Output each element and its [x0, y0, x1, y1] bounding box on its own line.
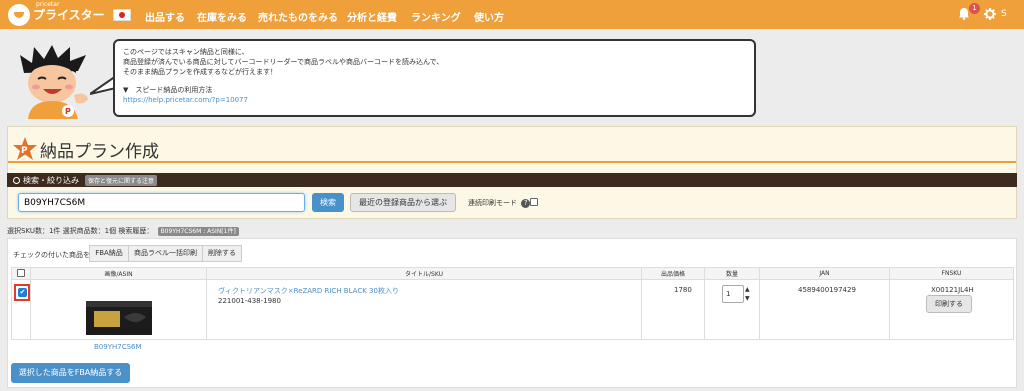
nav-item-sold[interactable]: 売れたものをみる — [258, 9, 338, 24]
column-header: 数量 — [704, 267, 760, 280]
print-label-button[interactable]: 印刷する — [926, 295, 972, 313]
search-button[interactable]: 検索 — [312, 193, 344, 212]
svg-text:P: P — [21, 146, 28, 156]
help-icon[interactable]: ? — [521, 198, 531, 208]
selection-stats-text: 選択SKU数：1件 選択商品数：1個 検索履歴： — [7, 227, 154, 235]
delete-button[interactable]: 削除する — [202, 245, 242, 262]
notification-badge: 1 — [969, 3, 980, 14]
nav-item-analysis[interactable]: 分析と経費 — [347, 9, 397, 24]
nav-item-list[interactable]: 出品する — [145, 9, 185, 24]
products-panel: チェックの付いた商品を FBA納品 商品ラベル一括印刷 削除する 画像/ASIN… — [7, 238, 1017, 388]
row-checkbox-highlight: ✔ — [14, 284, 30, 301]
nav-item-ranking[interactable]: ランキング — [411, 9, 461, 24]
search-row: 検索 最近の登録商品から選ぶ 連続印刷モード ? — [7, 187, 1017, 219]
search-icon — [13, 176, 20, 184]
user-menu[interactable]: S — [1001, 9, 1007, 19]
asin-link[interactable]: B09YH7CS6M — [94, 343, 142, 351]
quantity-stepper[interactable]: ▲ ▼ — [745, 285, 750, 303]
bulk-action-label: チェックの付いた商品を — [13, 251, 90, 259]
product-fnsku: X00121JL4H — [931, 286, 974, 294]
fba-delivery-button[interactable]: FBA納品 — [89, 245, 129, 262]
selection-stats: 選択SKU数：1件 選択商品数：1個 検索履歴： B09YH7CS6M : AS… — [7, 226, 239, 236]
bulk-label-print-button[interactable]: 商品ラベル一括印刷 — [128, 245, 203, 262]
title-divider — [8, 161, 1016, 163]
info-line: 商品登録が済んでいる商品に対してバーコードリーダーで商品ラベルや商品バーコードを… — [123, 58, 444, 66]
table-row — [11, 279, 1014, 340]
logo-text: プライスター — [33, 7, 105, 22]
recent-products-button[interactable]: 最近の登録商品から選ぶ — [350, 193, 456, 212]
product-jan: 4589400197429 — [798, 286, 856, 294]
continuous-print-label: 連続印刷モード ? — [468, 198, 531, 208]
svg-text:P: P — [65, 107, 71, 116]
page-title: 納品プラン作成 — [40, 142, 159, 162]
logo-mascot-icon — [8, 3, 30, 26]
search-input[interactable] — [18, 193, 305, 212]
pricetar-star-icon: P — [13, 137, 37, 160]
speed-delivery-label: ▼ スピード納品の利用方法 — [123, 86, 213, 94]
continuous-print-checkbox[interactable] — [530, 198, 538, 206]
japan-flag-icon[interactable] — [112, 8, 131, 21]
speed-delivery-link[interactable]: https://help.pricetar.com/?p=10077 — [123, 96, 248, 104]
select-all-checkbox[interactable] — [17, 268, 25, 277]
select-all-header — [11, 267, 31, 280]
product-price: 1780 — [674, 286, 692, 294]
table-header-row: 画像/ASIN タイトル/SKU 出品価格 数量 JAN FNSKU — [11, 267, 1014, 280]
column-header: タイトル/SKU — [206, 267, 642, 280]
product-sku: 221001-438-1980 — [218, 297, 281, 305]
column-header: 出品価格 — [641, 267, 705, 280]
info-line: このページではスキャン納品と同様に、 — [123, 48, 249, 56]
row-checkbox[interactable]: ✔ — [18, 288, 27, 297]
submit-fba-button[interactable]: 選択した商品をFBA納品する — [11, 363, 130, 383]
column-header: 画像/ASIN — [30, 267, 207, 280]
gear-icon[interactable] — [984, 8, 996, 20]
search-header: 検索・絞り込み 保存と復元に関する注意 — [7, 173, 1017, 187]
mascot-illustration: P — [20, 45, 88, 119]
nav-item-inventory[interactable]: 在庫をみる — [197, 9, 247, 24]
logo[interactable]: pricetar プライスター — [8, 0, 131, 26]
search-history-badge[interactable]: B09YH7CS6M : ASIN[1件] — [157, 227, 239, 236]
info-line: そのまま納品プランを作成するなどが行えます！ — [123, 68, 277, 76]
column-header: FNSKU — [889, 267, 1014, 280]
save-restore-note-badge[interactable]: 保存と復元に関する注意 — [85, 174, 158, 186]
logo-subtext: pricetar — [36, 0, 60, 8]
products-table: 画像/ASIN タイトル/SKU 出品価格 数量 JAN FNSKU — [11, 267, 1014, 340]
column-header: JAN — [759, 267, 890, 280]
product-title-link[interactable]: ヴィクトリアンマスク×ReZARD RICH BLACK 30枚入り — [218, 286, 399, 296]
product-image[interactable] — [84, 295, 154, 339]
quantity-input[interactable]: 1 — [722, 285, 744, 303]
search-header-label: 検索・絞り込み — [23, 175, 79, 185]
nav-item-howto[interactable]: 使い方 — [474, 9, 504, 24]
info-speech-bubble: このページではスキャン納品と同様に、 商品登録が済んでいる商品に対してバーコード… — [113, 39, 756, 117]
